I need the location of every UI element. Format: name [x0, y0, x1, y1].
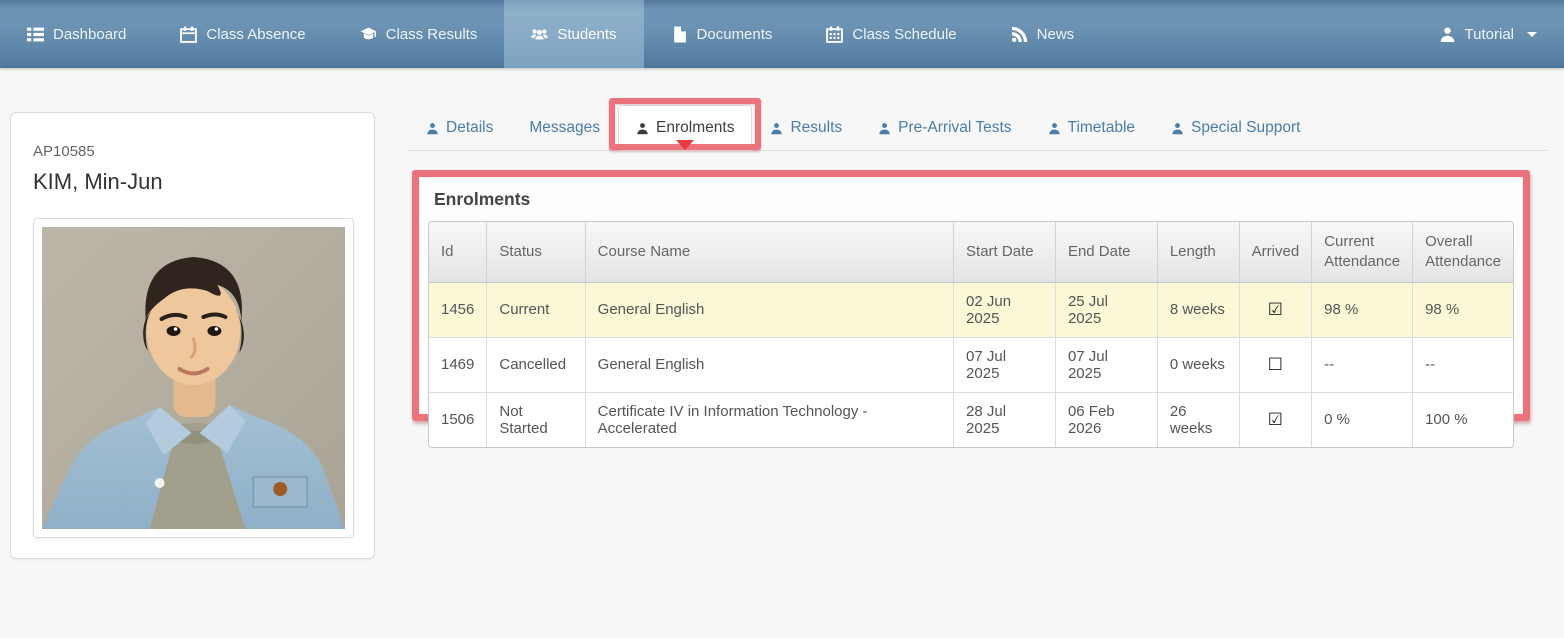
person-icon: [770, 122, 783, 135]
cell-length: 26 weeks: [1157, 392, 1239, 447]
user-menu-tutorial[interactable]: Tutorial: [1412, 0, 1564, 68]
table-header-row: Id Status Course Name Start Date End Dat…: [429, 222, 1513, 282]
cell-status: Not Started: [487, 392, 585, 447]
table-row[interactable]: 1506 Not Started Certificate IV in Infor…: [429, 392, 1513, 447]
cell-end-date: 25 Jul 2025: [1055, 282, 1157, 337]
tab-enrolments-wrapper: Enrolments: [618, 105, 752, 150]
nav-item-label: News: [1037, 26, 1075, 43]
users-icon: [531, 26, 548, 43]
cell-length: 8 weeks: [1157, 282, 1239, 337]
column-header-length[interactable]: Length: [1157, 222, 1239, 282]
nav-item-label: Class Schedule: [852, 26, 956, 43]
nav-item-news[interactable]: News: [984, 0, 1102, 68]
tab-label: Results: [790, 119, 842, 137]
cell-current-attendance: --: [1312, 337, 1413, 392]
cell-status: Current: [487, 282, 585, 337]
dashboard-icon: [27, 26, 44, 43]
column-header-end-date[interactable]: End Date: [1055, 222, 1157, 282]
cell-id: 1456: [429, 282, 487, 337]
column-header-status[interactable]: Status: [487, 222, 585, 282]
tab-messages[interactable]: Messages: [511, 105, 618, 151]
cell-start-date: 02 Jun 2025: [954, 282, 1056, 337]
column-header-current-attendance[interactable]: Current Attendance: [1312, 222, 1413, 282]
tab-bar: Details Messages Enrolments Results Pre-…: [408, 105, 1548, 151]
tab-label: Pre-Arrival Tests: [898, 119, 1011, 137]
top-navbar: Dashboard Class Absence Class Results St…: [0, 0, 1564, 68]
enrolments-panel-title: Enrolments: [434, 189, 1514, 210]
column-header-course-name[interactable]: Course Name: [585, 222, 953, 282]
cell-start-date: 28 Jul 2025: [954, 392, 1056, 447]
graduation-cap-icon: [360, 26, 377, 43]
cell-id: 1469: [429, 337, 487, 392]
tab-label: Timetable: [1068, 119, 1135, 137]
tab-label: Messages: [529, 119, 600, 137]
tab-timetable[interactable]: Timetable: [1030, 105, 1153, 151]
student-detail-tabs: Details Messages Enrolments Results Pre-…: [408, 105, 1548, 151]
cell-overall-attendance: 100 %: [1413, 392, 1513, 447]
column-header-arrived[interactable]: Arrived: [1239, 222, 1312, 282]
nav-item-label: Class Absence: [206, 26, 305, 43]
cell-course-name: Certificate IV in Information Technology…: [585, 392, 953, 447]
rss-icon: [1011, 26, 1028, 43]
nav-item-students[interactable]: Students: [504, 0, 643, 68]
cell-status: Cancelled: [487, 337, 585, 392]
person-icon: [878, 122, 891, 135]
nav-item-label: Documents: [697, 26, 773, 43]
cell-current-attendance: 98 %: [1312, 282, 1413, 337]
document-icon: [671, 26, 688, 43]
nav-item-label: Dashboard: [53, 26, 126, 43]
student-photo: [33, 218, 354, 538]
cell-length: 0 weeks: [1157, 337, 1239, 392]
nav-item-class-schedule[interactable]: Class Schedule: [799, 0, 983, 68]
cell-current-attendance: 0 %: [1312, 392, 1413, 447]
table-row[interactable]: 1469 Cancelled General English 07 Jul 20…: [429, 337, 1513, 392]
column-header-overall-attendance[interactable]: Overall Attendance: [1413, 222, 1513, 282]
calendar-icon: [180, 26, 197, 43]
nav-item-label: Class Results: [386, 26, 478, 43]
nav-item-documents[interactable]: Documents: [644, 0, 800, 68]
person-icon: [426, 122, 439, 135]
nav-item-class-results[interactable]: Class Results: [333, 0, 505, 68]
checkbox-checked-icon: ☑: [1268, 410, 1283, 430]
tab-enrolments[interactable]: Enrolments: [618, 105, 752, 151]
tab-special-support[interactable]: Special Support: [1153, 105, 1318, 151]
person-icon: [1048, 122, 1061, 135]
column-header-start-date[interactable]: Start Date: [954, 222, 1056, 282]
tab-label: Special Support: [1191, 119, 1300, 137]
student-name: KIM, Min-Jun: [33, 169, 352, 195]
chevron-down-icon: [1527, 32, 1537, 37]
annotation-arrow-down-icon: [676, 150, 694, 171]
user-icon: [1439, 26, 1456, 43]
cell-overall-attendance: --: [1413, 337, 1513, 392]
tab-details[interactable]: Details: [408, 105, 511, 151]
enrolments-panel: Enrolments Id Status Course Name Start D…: [412, 170, 1530, 421]
nav-item-label: Students: [557, 26, 616, 43]
cell-overall-attendance: 98 %: [1413, 282, 1513, 337]
enrolments-table: Id Status Course Name Start Date End Dat…: [428, 221, 1514, 448]
cell-course-name: General English: [585, 337, 953, 392]
student-id: AP10585: [33, 143, 352, 160]
person-icon: [1171, 122, 1184, 135]
person-icon: [636, 122, 649, 135]
cell-end-date: 07 Jul 2025: [1055, 337, 1157, 392]
tab-pre-arrival-tests[interactable]: Pre-Arrival Tests: [860, 105, 1029, 151]
student-portrait-illustration: [42, 227, 345, 529]
calendar-grid-icon: [826, 26, 843, 43]
student-summary-card: AP10585 KIM, Min-Jun: [10, 112, 375, 559]
cell-course-name: General English: [585, 282, 953, 337]
table-row[interactable]: 1456 Current General English 02 Jun 2025…: [429, 282, 1513, 337]
cell-id: 1506: [429, 392, 487, 447]
column-header-id[interactable]: Id: [429, 222, 487, 282]
tab-results[interactable]: Results: [752, 105, 860, 151]
tab-label: Enrolments: [656, 119, 734, 137]
checkbox-checked-icon: ☑: [1268, 300, 1283, 320]
nav-item-class-absence[interactable]: Class Absence: [153, 0, 332, 68]
cell-end-date: 06 Feb 2026: [1055, 392, 1157, 447]
cell-start-date: 07 Jul 2025: [954, 337, 1056, 392]
nav-item-dashboard[interactable]: Dashboard: [0, 0, 153, 68]
user-menu-label: Tutorial: [1465, 26, 1514, 43]
checkbox-unchecked-icon: ☐: [1268, 355, 1283, 375]
tab-label: Details: [446, 119, 493, 137]
